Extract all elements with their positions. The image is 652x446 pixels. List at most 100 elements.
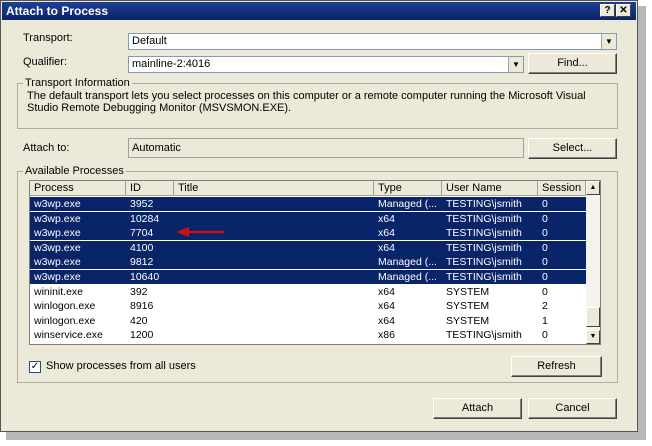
- session-cell: 1: [542, 314, 548, 327]
- table-row[interactable]: winlogon.exe 8916 x64 SYSTEM 2: [30, 299, 586, 313]
- qualifier-label: Qualifier:: [23, 56, 68, 68]
- user-name-cell: TESTING\jsmith: [446, 329, 522, 342]
- help-button[interactable]: ?: [600, 4, 615, 17]
- scroll-up-icon[interactable]: ▲: [586, 181, 600, 195]
- user-name-cell: TESTING\jsmith: [446, 227, 522, 240]
- user-name-cell: SYSTEM: [446, 285, 490, 298]
- process-cell: w3wp.exe: [34, 227, 81, 240]
- session-cell: 0: [542, 227, 548, 240]
- table-row[interactable]: wininit.exe 392 x64 SYSTEM 0: [30, 285, 586, 299]
- id-cell: 10284: [130, 212, 160, 225]
- type-cell: x64: [378, 285, 395, 298]
- table-row[interactable]: w3wp.exe 9812 Managed (... TESTING\jsmith 0: [30, 255, 586, 270]
- attach-button[interactable]: Attach: [433, 398, 522, 419]
- type-cell: Managed (...: [378, 271, 437, 283]
- id-cell: 9812: [130, 256, 154, 269]
- type-cell: x64: [378, 227, 395, 240]
- session-cell: 0: [542, 198, 548, 210]
- column-header-id[interactable]: ID: [126, 181, 174, 196]
- user-name-cell: SYSTEM: [446, 314, 490, 327]
- refresh-button[interactable]: Refresh: [511, 356, 602, 377]
- table-row[interactable]: w3wp.exe 10640 Managed (... TESTING\jsmith 0: [30, 270, 586, 284]
- id-cell: 7704: [130, 227, 154, 240]
- process-list-scrollbar[interactable]: ▲ ▼: [586, 181, 600, 344]
- transport-label: Transport:: [23, 32, 73, 44]
- table-row[interactable]: w3wp.exe 10284 x64 TESTING\jsmith 0: [30, 211, 586, 226]
- process-cell: w3wp.exe: [34, 198, 81, 210]
- session-cell: 0: [542, 329, 548, 342]
- id-cell: 420: [130, 314, 148, 327]
- session-cell: 0: [542, 241, 548, 254]
- cancel-button[interactable]: Cancel: [528, 398, 617, 419]
- type-cell: x64: [378, 212, 395, 225]
- show-all-users-checkbox[interactable]: ✓: [29, 361, 41, 373]
- dialog-title: Attach to Process: [6, 4, 109, 18]
- user-name-cell: SYSTEM: [446, 300, 490, 313]
- column-header-title[interactable]: Title: [174, 181, 374, 196]
- type-cell: x64: [378, 300, 395, 313]
- user-name-cell: TESTING\jsmith: [446, 241, 522, 254]
- session-cell: 2: [542, 300, 548, 313]
- select-button[interactable]: Select...: [528, 138, 617, 159]
- id-cell: 4100: [130, 241, 154, 254]
- id-cell: 10640: [130, 271, 160, 283]
- table-row[interactable]: w3wp.exe 7704 x64 TESTING\jsmith 0: [30, 226, 586, 241]
- type-cell: Managed (...: [378, 198, 437, 210]
- process-list[interactable]: Process ID Title Type User Name Session …: [29, 180, 601, 345]
- red-arrow-annotation: [176, 227, 224, 237]
- column-header-process[interactable]: Process: [30, 181, 126, 196]
- type-cell: x64: [378, 241, 395, 254]
- process-cell: winlogon.exe: [34, 314, 96, 327]
- transport-information-text: The default transport lets you select pr…: [27, 90, 586, 114]
- column-header-type[interactable]: Type: [374, 181, 442, 196]
- process-cell: w3wp.exe: [34, 256, 81, 269]
- table-row[interactable]: winlogon.exe 420 x64 SYSTEM 1: [30, 314, 586, 328]
- id-cell: 8916: [130, 300, 154, 313]
- checkmark-icon: ✓: [30, 361, 40, 372]
- attach-to-label: Attach to:: [23, 142, 70, 154]
- type-cell: x86: [378, 329, 395, 342]
- attach-to-process-dialog: Attach to Process ? ✕ Transport: Default…: [0, 0, 638, 432]
- show-all-users-label[interactable]: Show processes from all users: [46, 360, 196, 372]
- session-cell: 0: [542, 212, 548, 225]
- session-cell: 0: [542, 256, 548, 269]
- id-cell: 3952: [130, 198, 154, 210]
- find-button[interactable]: Find...: [528, 53, 617, 74]
- session-cell: 0: [542, 271, 548, 283]
- type-cell: Managed (...: [378, 256, 437, 269]
- title-bar: Attach to Process ? ✕: [2, 2, 636, 20]
- process-cell: winservice.exe: [34, 329, 103, 342]
- column-header-user-name[interactable]: User Name: [442, 181, 538, 196]
- table-row[interactable]: winservice.exe 1200 x86 TESTING\jsmith 0: [30, 328, 586, 342]
- process-cell: w3wp.exe: [34, 212, 81, 225]
- session-cell: 0: [542, 285, 548, 298]
- user-name-cell: TESTING\jsmith: [446, 256, 522, 269]
- close-button[interactable]: ✕: [616, 4, 631, 17]
- scrollbar-thumb[interactable]: [586, 307, 600, 327]
- user-name-cell: TESTING\jsmith: [446, 198, 522, 210]
- chevron-down-icon[interactable]: ▼: [601, 34, 616, 49]
- transport-dropdown[interactable]: Default ▼: [128, 33, 617, 50]
- qualifier-value: mainline-2:4016: [132, 58, 211, 70]
- process-cell: w3wp.exe: [34, 241, 81, 254]
- close-icon: ✕: [619, 5, 628, 16]
- id-cell: 1200: [130, 329, 154, 342]
- chevron-down-icon[interactable]: ▼: [508, 57, 523, 72]
- process-cell: winlogon.exe: [34, 300, 96, 313]
- available-processes-title: Available Processes: [23, 165, 126, 177]
- id-cell: 392: [130, 285, 148, 298]
- attach-to-field: Automatic: [128, 138, 524, 158]
- table-row[interactable]: w3wp.exe 4100 x64 TESTING\jsmith 0: [30, 240, 586, 255]
- transport-information-title: Transport Information: [23, 77, 132, 89]
- transport-value: Default: [132, 35, 167, 47]
- scroll-down-icon[interactable]: ▼: [586, 330, 600, 344]
- table-row[interactable]: w3wp.exe 3952 Managed (... TESTING\jsmith 0: [30, 197, 586, 211]
- process-cell: w3wp.exe: [34, 271, 81, 283]
- attach-to-value: Automatic: [132, 142, 181, 154]
- help-icon: ?: [604, 5, 611, 16]
- user-name-cell: TESTING\jsmith: [446, 271, 522, 283]
- column-header-session[interactable]: Session: [538, 181, 586, 196]
- qualifier-combobox[interactable]: mainline-2:4016 ▼: [128, 56, 524, 73]
- process-cell: wininit.exe: [34, 285, 84, 298]
- type-cell: x64: [378, 314, 395, 327]
